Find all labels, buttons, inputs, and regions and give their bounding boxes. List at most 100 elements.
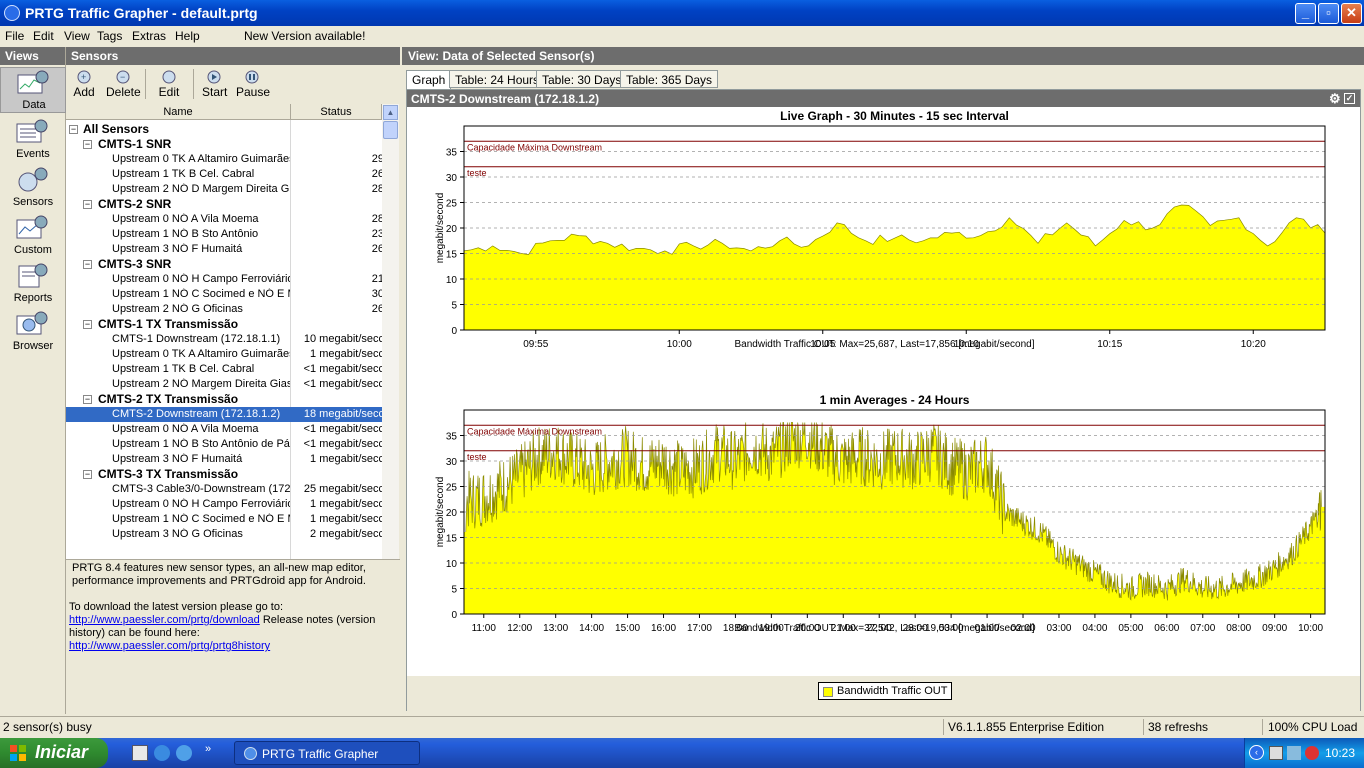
checkbox-icon[interactable]: ✓: [1344, 93, 1355, 104]
sensor-status: 1 megabit/secc: [310, 453, 382, 465]
sensor-row[interactable]: Upstream 1 NÓ B Sto Antônio de Pádua <1 m…: [66, 437, 382, 452]
tree-group[interactable]: − CMTS-2 TX Transmissão: [66, 392, 382, 407]
tree-root[interactable]: − All Sensors: [66, 122, 382, 137]
windows-flag-icon: [10, 745, 26, 761]
x-tick-label: 10:20: [1241, 339, 1266, 350]
edit-button[interactable]: Edit: [157, 69, 181, 101]
sensor-row[interactable]: Upstream 1 TK B Cel. Cabral <1 megabit/se…: [66, 362, 382, 377]
history-link[interactable]: http://www.paessler.com/prtg/prtg8histor…: [69, 640, 270, 652]
sensor-tree[interactable]: Name Status − All Sensors − CMTS-1 SNR Ups…: [66, 104, 382, 589]
collapse-icon[interactable]: −: [83, 470, 92, 479]
tree-group[interactable]: − CMTS-2 SNR: [66, 197, 382, 212]
taskbar-item-prtg[interactable]: PRTG Traffic Grapher: [234, 741, 420, 765]
tray-network-icon[interactable]: [1269, 746, 1283, 760]
tree-group[interactable]: − CMTS-3 SNR: [66, 257, 382, 272]
sensor-status: 10 megabit/secc: [303, 333, 382, 345]
tab-graph[interactable]: Graph: [406, 70, 452, 89]
collapse-icon[interactable]: −: [83, 395, 92, 404]
x-tick-label: 17:00: [687, 623, 712, 634]
tab-table-24-hours[interactable]: Table: 24 Hours: [449, 70, 546, 88]
nav-custom[interactable]: Custom: [0, 213, 66, 259]
maximize-button[interactable]: ▫: [1318, 3, 1339, 24]
close-button[interactable]: ✕: [1341, 3, 1362, 24]
column-header-name[interactable]: Name: [66, 104, 291, 120]
sensor-row[interactable]: Upstream 0 NÓ H Campo Ferroviário 1 megab…: [66, 497, 382, 512]
collapse-icon[interactable]: −: [69, 125, 78, 134]
collapse-icon[interactable]: −: [83, 140, 92, 149]
sensor-row[interactable]: Upstream 2 NÓ G Oficinas 26: [66, 302, 382, 317]
menu-tags[interactable]: Tags: [97, 29, 122, 43]
add-button[interactable]: + Add: [72, 69, 96, 101]
nav-reports[interactable]: Reports: [0, 261, 66, 307]
sensor-row[interactable]: CMTS-1 Downstream (172.18.1.1) 10 megabit…: [66, 332, 382, 347]
quicklaunch-ie-icon[interactable]: [154, 745, 170, 761]
collapse-icon[interactable]: −: [83, 200, 92, 209]
tree-group[interactable]: − CMTS-1 SNR: [66, 137, 382, 152]
tray-security-icon[interactable]: [1305, 746, 1319, 760]
nav-data[interactable]: Data: [0, 67, 66, 113]
tab-table-365-days[interactable]: Table: 365 Days: [620, 70, 719, 88]
y-tick-label: 10: [446, 559, 458, 570]
scroll-up-icon[interactable]: ▲: [383, 105, 398, 120]
quicklaunch-notepad-icon[interactable]: [132, 745, 148, 761]
collapse-icon[interactable]: −: [83, 320, 92, 329]
sensor-list-vscrollbar[interactable]: ▲ ▼: [382, 104, 399, 589]
new-version-notice[interactable]: New Version available!: [244, 29, 365, 43]
sensor-status: 26: [371, 243, 382, 255]
status-refreshs: 38 refreshs: [1148, 720, 1209, 734]
menu-file[interactable]: File: [5, 29, 24, 43]
sensor-row[interactable]: Upstream 3 NÓ F Humaitá 1 megabit/secc: [66, 452, 382, 467]
minimize-button[interactable]: _: [1295, 3, 1316, 24]
sensor-status: 28: [371, 183, 382, 195]
tray-expand-icon[interactable]: ‹: [1249, 745, 1264, 760]
sensor-status: <1 megabit/secc: [303, 363, 382, 375]
scroll-thumb[interactable]: [383, 121, 398, 139]
tray-display-icon[interactable]: [1287, 746, 1301, 760]
delete-button[interactable]: − Delete: [106, 69, 141, 101]
download-link[interactable]: http://www.paessler.com/prtg/download: [69, 614, 260, 626]
sensor-row[interactable]: Upstream 0 NÓ A Vila Moema 28: [66, 212, 382, 227]
nav-browser[interactable]: Browser: [0, 309, 66, 355]
gear-icon[interactable]: ⚙: [1329, 91, 1341, 107]
status-bar: 2 sensor(s) busy V6.1.1.855 Enterprise E…: [0, 716, 1364, 736]
y-tick-label: 5: [451, 585, 457, 596]
tab-table-30-days[interactable]: Table: 30 Days: [536, 70, 628, 88]
svg-text:+: +: [81, 72, 86, 82]
tree-group[interactable]: − CMTS-1 TX Transmissão: [66, 317, 382, 332]
quicklaunch-prtg-icon[interactable]: [176, 745, 192, 761]
tree-group[interactable]: − CMTS-3 TX Transmissão: [66, 467, 382, 482]
start-sensor-icon: [207, 70, 221, 84]
sensor-row[interactable]: CMTS-3 Cable3/0-Downstream (172.18.1.3) 2…: [66, 482, 382, 497]
sensor-row[interactable]: Upstream 1 NÓ B Sto Antônio 23: [66, 227, 382, 242]
menu-edit[interactable]: Edit: [33, 29, 54, 43]
pause-button[interactable]: Pause: [236, 69, 270, 101]
start-button[interactable]: Iniciar: [0, 738, 108, 768]
sensor-row[interactable]: Upstream 2 NÓ D Margem Direita Giassi 28: [66, 182, 382, 197]
sensor-row[interactable]: Upstream 3 NÓ F Humaitá 26: [66, 242, 382, 257]
view-header: View: Data of Selected Sensor(s): [402, 47, 1364, 65]
menu-extras[interactable]: Extras: [132, 29, 166, 43]
sensor-row[interactable]: CMTS-2 Downstream (172.18.1.2) 18 megabit…: [66, 407, 382, 422]
views-header: Views: [0, 47, 65, 65]
start-button[interactable]: Start: [202, 69, 227, 101]
sensor-row[interactable]: Upstream 1 TK B Cel. Cabral 26: [66, 167, 382, 182]
menu-view[interactable]: View: [64, 29, 90, 43]
column-header-status[interactable]: Status: [291, 104, 382, 120]
sensor-row[interactable]: Upstream 0 TK A Altamiro Guimarães 1 mega…: [66, 347, 382, 362]
sensor-row[interactable]: Upstream 2 NÓ Margem Direita Giassi <1 me…: [66, 377, 382, 392]
sensor-row[interactable]: Upstream 0 TK A Altamiro Guimarães 29: [66, 152, 382, 167]
collapse-icon[interactable]: −: [83, 260, 92, 269]
chart-title: Live Graph - 30 Minutes - 15 sec Interva…: [780, 109, 1009, 123]
nav-events[interactable]: Events: [0, 117, 66, 163]
sensors-panel: Sensors + Add − Delete Edit Start Pause Na…: [66, 47, 400, 714]
sensors-icon: [18, 167, 48, 192]
quicklaunch-more-icon[interactable]: »: [205, 743, 211, 755]
menu-help[interactable]: Help: [175, 29, 200, 43]
sensor-row[interactable]: Upstream 1 NÓ C Socimed e NÓ E M 30: [66, 287, 382, 302]
sensor-row[interactable]: Upstream 1 NÓ C Socimed e NÓ E M 1 megabi…: [66, 512, 382, 527]
sensor-row[interactable]: Upstream 3 NÓ G Oficinas 2 megabit/secc: [66, 527, 382, 542]
sensor-name: Upstream 3 NÓ F Humaitá: [112, 243, 243, 255]
sensor-row[interactable]: Upstream 0 NÓ H Campo Ferroviário 21: [66, 272, 382, 287]
sensor-row[interactable]: Upstream 0 NÓ A Vila Moema <1 megabit/sec…: [66, 422, 382, 437]
nav-sensors[interactable]: Sensors: [0, 165, 66, 211]
